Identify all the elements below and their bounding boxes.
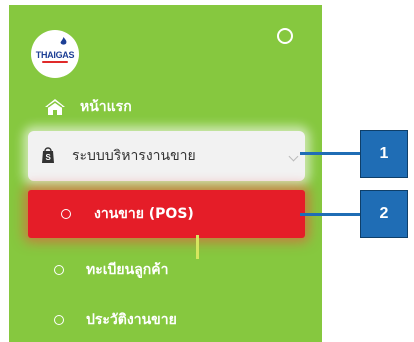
- menu-item-sales-history[interactable]: ประวัติงานขาย: [54, 310, 177, 330]
- menu-item-pos-label: งานขาย (POS): [94, 206, 194, 222]
- home-icon: [45, 99, 65, 115]
- svg-text:S: S: [46, 153, 52, 162]
- menu-item-home[interactable]: หน้าแรก: [44, 92, 132, 122]
- shopping-bag-icon: S: [42, 147, 54, 163]
- callout-line-1: [300, 152, 360, 155]
- logo-swoosh: [42, 61, 68, 63]
- circle-bullet-icon: [54, 315, 64, 325]
- chevron-down-icon: [288, 151, 299, 162]
- menu-item-pos[interactable]: งานขาย (POS): [28, 190, 305, 238]
- thaigas-logo[interactable]: THAIGAS: [31, 30, 79, 78]
- menu-item-customer-label: ทะเบียนลูกค้า: [86, 262, 169, 278]
- menu-group-label: ระบบบริหารงานขาย: [72, 148, 196, 164]
- menu-group-sales-management[interactable]: S ระบบบริหารงานขาย: [28, 131, 305, 181]
- circle-bullet-icon: [54, 265, 64, 275]
- menu-item-home-label: หน้าแรก: [80, 99, 132, 115]
- callout-badge-1: 1: [360, 130, 408, 178]
- callout-badge-2: 2: [360, 190, 408, 238]
- decorative-marker: [196, 235, 199, 259]
- sidebar-toggle[interactable]: [277, 28, 293, 44]
- logo-text: THAIGAS: [35, 50, 75, 60]
- flame-icon: [60, 37, 67, 45]
- sidebar: THAIGAS หน้าแรก S ระบบบริหารงานขาย งานขา…: [9, 5, 322, 342]
- menu-item-history-label: ประวัติงานขาย: [86, 312, 177, 328]
- callout-line-2: [300, 213, 360, 216]
- circle-bullet-icon: [61, 209, 71, 219]
- menu-item-customer-registry[interactable]: ทะเบียนลูกค้า: [54, 260, 168, 280]
